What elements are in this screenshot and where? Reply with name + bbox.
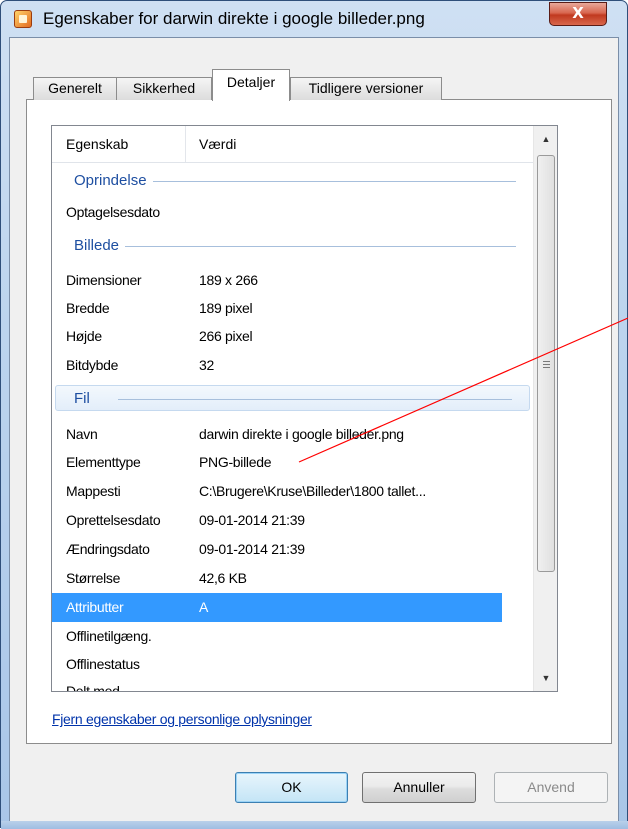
group-divider xyxy=(74,246,516,247)
file-properties-icon xyxy=(14,10,32,28)
group-divider xyxy=(118,399,512,400)
property-name: Størrelse xyxy=(66,570,121,586)
column-header-value[interactable]: Værdi xyxy=(186,126,236,162)
row-offline-status[interactable]: Offlinestatus xyxy=(52,650,533,679)
row-created[interactable]: Oprettelsesdato 09-01-2014 21:39 xyxy=(52,506,533,535)
property-name: Optagelsesdato xyxy=(66,204,160,220)
property-name: Mappesti xyxy=(66,483,121,499)
property-name: Navn xyxy=(66,426,98,442)
row-modified[interactable]: Ændringsdato 09-01-2014 21:39 xyxy=(52,535,533,564)
tab-security[interactable]: Sikkerhed xyxy=(116,77,212,100)
scrollbar-thumb[interactable] xyxy=(537,155,555,572)
window-title: Egenskaber for darwin direkte i google b… xyxy=(43,9,425,28)
row-height[interactable]: Højde 266 pixel xyxy=(52,322,533,351)
property-value: darwin direkte i google billeder.png xyxy=(199,426,404,442)
group-image[interactable]: Billede xyxy=(52,233,533,259)
group-origin[interactable]: Oprindelse xyxy=(52,168,533,194)
row-attributes[interactable]: Attributter A xyxy=(52,593,502,622)
property-value: 09-01-2014 21:39 xyxy=(199,512,305,528)
grip-icon xyxy=(543,361,550,368)
tab-general[interactable]: Generelt xyxy=(33,77,117,100)
row-size[interactable]: Størrelse 42,6 KB xyxy=(52,564,533,593)
property-name: Bredde xyxy=(66,300,110,316)
group-label: Fil xyxy=(74,390,90,407)
properties-list[interactable]: Egenskab Værdi Oprindelse Optagelsesdato… xyxy=(51,125,558,692)
scroll-up-arrow-icon[interactable]: ▲ xyxy=(534,128,557,150)
row-name[interactable]: Navn darwin direkte i google billeder.pn… xyxy=(52,420,533,449)
property-value: 09-01-2014 21:39 xyxy=(199,541,305,557)
row-bit-depth[interactable]: Bitdybde 32 xyxy=(52,351,533,380)
close-button[interactable]: X xyxy=(549,2,607,26)
property-name: Attributter xyxy=(66,599,124,615)
list-header: Egenskab Værdi xyxy=(52,126,533,163)
group-label: Oprindelse xyxy=(74,168,153,194)
property-name: Offlinetilgæng. xyxy=(66,628,152,644)
cancel-button[interactable]: Annuller xyxy=(362,772,476,803)
row-shared-with[interactable]: Delt med xyxy=(52,677,533,692)
property-value: 189 x 266 xyxy=(199,272,258,288)
row-item-type[interactable]: Elementtype PNG-billede xyxy=(52,448,533,477)
property-value: PNG-billede xyxy=(199,454,272,470)
group-file[interactable]: Fil xyxy=(55,385,530,411)
group-label: Billede xyxy=(74,233,126,259)
row-date-taken[interactable]: Optagelsesdato xyxy=(52,198,533,227)
tab-previous-versions[interactable]: Tidligere versioner xyxy=(290,77,442,100)
property-value: C:\Brugere\Kruse\Billeder\1800 tallet... xyxy=(199,483,426,499)
property-value: 32 xyxy=(199,357,214,373)
property-value: 42,6 KB xyxy=(199,570,247,586)
property-name: Bitdybde xyxy=(66,357,119,373)
property-name: Ændringsdato xyxy=(66,541,150,557)
vertical-scrollbar[interactable]: ▲ ▼ xyxy=(533,126,557,691)
apply-button[interactable]: Anvend xyxy=(494,772,608,803)
property-name: Højde xyxy=(66,328,102,344)
property-value: 189 pixel xyxy=(199,300,253,316)
title-bar[interactable]: Egenskaber for darwin direkte i google b… xyxy=(1,1,627,37)
column-header-property[interactable]: Egenskab xyxy=(52,126,186,162)
row-dimensions[interactable]: Dimensioner 189 x 266 xyxy=(52,266,533,295)
remove-properties-link[interactable]: Fjern egenskaber og personlige oplysning… xyxy=(52,711,312,727)
row-width[interactable]: Bredde 189 pixel xyxy=(52,294,533,323)
row-offline-availability[interactable]: Offlinetilgæng. xyxy=(52,622,533,651)
property-name: Oprettelsesdato xyxy=(66,512,161,528)
row-folder-path[interactable]: Mappesti C:\Brugere\Kruse\Billeder\1800 … xyxy=(52,477,533,506)
property-name: Elementtype xyxy=(66,454,141,470)
ok-button[interactable]: OK xyxy=(235,772,348,803)
property-value: A xyxy=(199,599,209,615)
tab-details[interactable]: Detaljer xyxy=(212,69,290,101)
property-value: 266 pixel xyxy=(199,328,253,344)
property-name: Delt med xyxy=(66,683,120,692)
scroll-down-arrow-icon[interactable]: ▼ xyxy=(534,667,557,689)
property-name: Offlinestatus xyxy=(66,656,140,672)
property-name: Dimensioner xyxy=(66,272,142,288)
